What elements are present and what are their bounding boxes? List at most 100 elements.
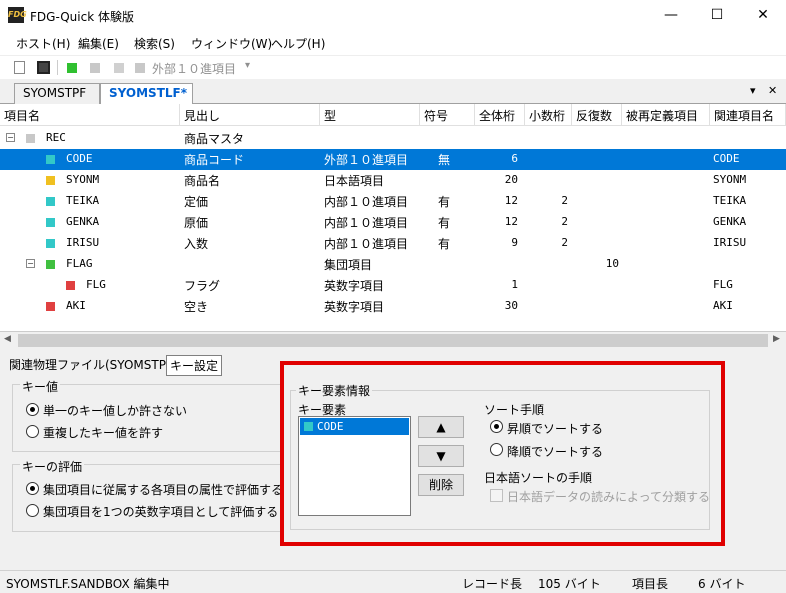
eval-alnum-label[interactable]: 集団項目を1つの英数字項目として評価する: [43, 503, 278, 520]
cell-related: AKI: [713, 299, 733, 312]
tree-collapse-icon[interactable]: −: [26, 259, 35, 268]
cell-repeat: 10: [605, 257, 619, 270]
toolbar-separator: [57, 60, 58, 75]
minimize-button[interactable]: —: [648, 0, 694, 31]
eval-alnum-radio[interactable]: [26, 504, 39, 517]
table-row[interactable]: TEIKA 定価 内部１０進項目 有 12 2 TEIKA: [0, 191, 786, 212]
highlight-box: [280, 361, 725, 546]
cell-decimal: 2: [561, 194, 568, 207]
key-duplicate-label[interactable]: 重複したキー値を許す: [43, 424, 163, 441]
cell-name: TEIKA: [66, 194, 100, 207]
col-header-heading[interactable]: 見出し: [180, 104, 320, 126]
key-value-title: キー値: [20, 378, 61, 395]
key-eval-title: キーの評価: [20, 458, 85, 475]
menu-host[interactable]: ホスト(H): [16, 35, 70, 52]
scroll-right-icon[interactable]: ▶: [773, 334, 780, 344]
tab-list-dropdown-icon[interactable]: ▾: [750, 84, 756, 97]
table-row[interactable]: SYONM 商品名 日本語項目 20 SYONM: [0, 170, 786, 191]
key-duplicate-radio[interactable]: [26, 425, 39, 438]
cell-name: FLAG: [66, 257, 93, 270]
window-title: FDG-Quick 体験版: [30, 10, 134, 24]
cell-heading: 空き: [184, 300, 209, 314]
table-row[interactable]: AKI 空き 英数字項目 30 AKI: [0, 296, 786, 317]
table-row[interactable]: IRISU 入数 内部１０進項目 有 9 2 IRISU: [0, 233, 786, 254]
gray-item-icon-2[interactable]: [114, 63, 124, 73]
cell-total: 12: [504, 215, 518, 228]
cell-related: CODE: [713, 152, 740, 165]
table-row[interactable]: − REC 商品マスタ: [0, 128, 786, 149]
close-button[interactable]: ✕: [740, 0, 786, 31]
cell-type: 英数字項目: [324, 300, 385, 314]
horizontal-scrollbar[interactable]: ◀ ▶: [0, 332, 786, 349]
green-run-icon[interactable]: [67, 63, 77, 73]
key-unique-radio[interactable]: [26, 403, 39, 416]
col-header-sign[interactable]: 符号: [420, 104, 475, 126]
record-length-value: 105 バイト: [538, 577, 601, 591]
cell-type: 内部１０進項目: [324, 195, 409, 209]
status-editing: SYOMSTLF.SANDBOX 編集中: [6, 577, 170, 591]
eval-each-item-label[interactable]: 集団項目に従属する各項目の属性で評価する: [43, 481, 283, 498]
save-icon[interactable]: [37, 61, 50, 74]
maximize-button[interactable]: ☐: [694, 0, 740, 31]
item-length-value: 6 バイト: [698, 577, 746, 591]
gray-item-icon[interactable]: [90, 63, 100, 73]
col-header-type[interactable]: 型: [320, 104, 420, 126]
cell-heading: 定価: [184, 195, 209, 209]
scrollbar-thumb[interactable]: [18, 334, 768, 347]
app-icon: FDG: [8, 7, 27, 23]
cell-name: CODE: [66, 152, 93, 165]
cell-total: 1: [511, 278, 518, 291]
cell-related: FLG: [713, 278, 733, 291]
item-color-icon: [46, 197, 55, 206]
item-color-icon: [46, 218, 55, 227]
scroll-left-icon[interactable]: ◀: [4, 334, 11, 344]
cell-heading: 商品コード: [184, 153, 245, 167]
eval-each-item-radio[interactable]: [26, 482, 39, 495]
col-header-decimal[interactable]: 小数桁: [525, 104, 572, 126]
cell-name: IRISU: [66, 236, 100, 249]
cell-related: GENKA: [713, 215, 747, 228]
table-row[interactable]: FLG フラグ 英数字項目 1 FLG: [0, 275, 786, 296]
cell-related: TEIKA: [713, 194, 747, 207]
key-unique-label[interactable]: 単一のキー値しか許さない: [43, 402, 187, 419]
item-length-label: 項目長: [632, 577, 669, 591]
col-header-repeat[interactable]: 反復数: [572, 104, 622, 126]
menu-window[interactable]: ウィンドウ(W): [191, 35, 272, 52]
cell-type: 集団項目: [324, 258, 373, 272]
col-header-redef[interactable]: 被再定義項目: [622, 104, 710, 126]
record-length-label: レコード長: [462, 577, 523, 591]
cell-total: 9: [511, 236, 518, 249]
col-header-name[interactable]: 項目名: [0, 104, 180, 126]
type-select[interactable]: 外部１０進項目: [152, 60, 236, 77]
cell-sign: 無: [438, 153, 451, 167]
tab-syomstpf[interactable]: SYOMSTPF: [14, 83, 100, 104]
title-bar: FDG FDG-Quick 体験版 — ☐ ✕: [0, 0, 786, 31]
gray-item-icon-3[interactable]: [135, 63, 145, 73]
tab-close-icon[interactable]: ✕: [768, 84, 777, 97]
cell-heading: フラグ: [184, 279, 221, 293]
table-row[interactable]: CODE 商品コード 外部１０進項目 無 6 CODE: [0, 149, 786, 170]
cell-sign: 有: [438, 195, 451, 209]
menu-help[interactable]: ヘルプ(H): [271, 35, 325, 52]
cell-heading: 入数: [184, 237, 209, 251]
menu-edit[interactable]: 編集(E): [78, 35, 119, 52]
col-header-total[interactable]: 全体桁: [475, 104, 525, 126]
cell-sign: 有: [438, 216, 451, 230]
cell-name: SYONM: [66, 173, 100, 186]
tab-key-settings[interactable]: キー設定: [166, 355, 223, 376]
table-row[interactable]: − FLAG 集団項目 10: [0, 254, 786, 275]
tab-syomstlf[interactable]: SYOMSTLF*: [100, 83, 193, 105]
table-row[interactable]: GENKA 原価 内部１０進項目 有 12 2 GENKA: [0, 212, 786, 233]
item-color-icon: [46, 260, 55, 269]
item-color-icon: [46, 155, 55, 164]
chevron-down-icon[interactable]: ▾: [245, 60, 250, 71]
new-file-icon[interactable]: [14, 61, 25, 74]
menu-search[interactable]: 検索(S): [134, 35, 175, 52]
tab-related-physical-file[interactable]: 関連物理ファイル(SYOMSTPF): [6, 355, 181, 374]
tree-collapse-icon[interactable]: −: [6, 133, 15, 142]
item-grid: 項目名 見出し 型 符号 全体桁 小数桁 反復数 被再定義項目 関連項目名 − R…: [0, 104, 786, 332]
toolbar: 外部１０進項目 ▾: [0, 55, 786, 79]
item-color-icon: [46, 239, 55, 248]
cell-related: IRISU: [713, 236, 747, 249]
col-header-related[interactable]: 関連項目名: [710, 104, 786, 126]
